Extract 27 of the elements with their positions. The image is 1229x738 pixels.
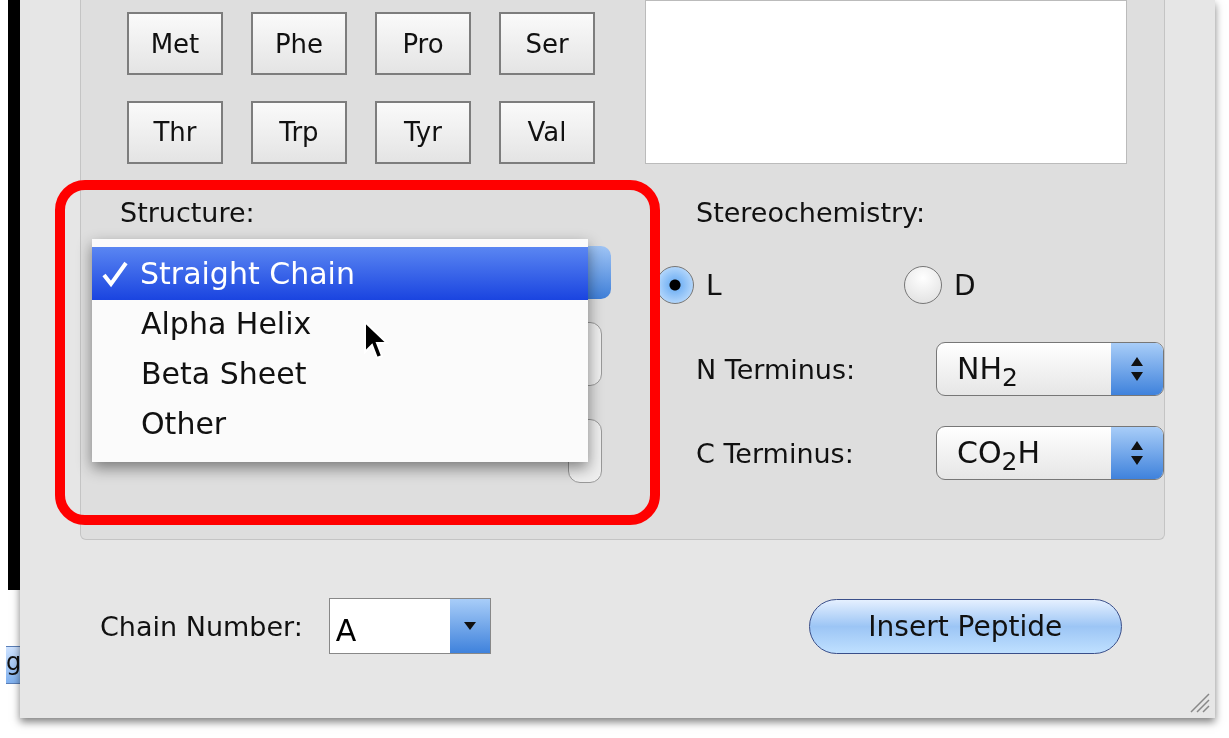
chain-number-combo[interactable]: A: [328, 598, 491, 654]
up-down-arrows-icon: [1129, 355, 1145, 383]
terminus-popup[interactable]: CO$_{2}$H: [936, 426, 1164, 480]
terminus-label: N Terminus:: [696, 353, 857, 385]
amino-acid-button[interactable]: Thr: [127, 100, 223, 164]
amino-acid-button[interactable]: Met: [127, 12, 223, 75]
chain-number-label: Chain Number:: [100, 610, 303, 642]
amino-acid-button[interactable]: Trp: [251, 100, 347, 164]
menu-item[interactable]: Straight Chain: [92, 247, 588, 300]
stereochemistry-label: Stereochemistry:: [696, 197, 926, 228]
amino-acid-button[interactable]: Pro: [375, 12, 471, 75]
menu-item[interactable]: Beta Sheet: [92, 347, 588, 400]
radio-button[interactable]: [904, 266, 942, 304]
terminus-popup[interactable]: NH$_{2}$: [936, 342, 1164, 396]
menu-item[interactable]: Other: [92, 397, 588, 450]
amino-acid-button[interactable]: Val: [499, 100, 595, 164]
insert-peptide-button[interactable]: Insert Peptide: [808, 598, 1122, 654]
terminus-label: C Terminus:: [696, 437, 855, 469]
radio-option[interactable]: L: [656, 266, 904, 304]
down-arrow-icon: [462, 621, 477, 631]
amino-acid-button[interactable]: Phe: [251, 12, 347, 75]
amino-acid-button[interactable]: Ser: [499, 12, 595, 75]
radio-option[interactable]: D: [904, 266, 1152, 304]
menu-item[interactable]: Alpha Helix: [92, 297, 588, 350]
up-down-arrows-icon: [1129, 439, 1145, 467]
structure-label: Structure:: [120, 197, 256, 228]
amino-acid-button[interactable]: Tyr: [375, 100, 471, 164]
